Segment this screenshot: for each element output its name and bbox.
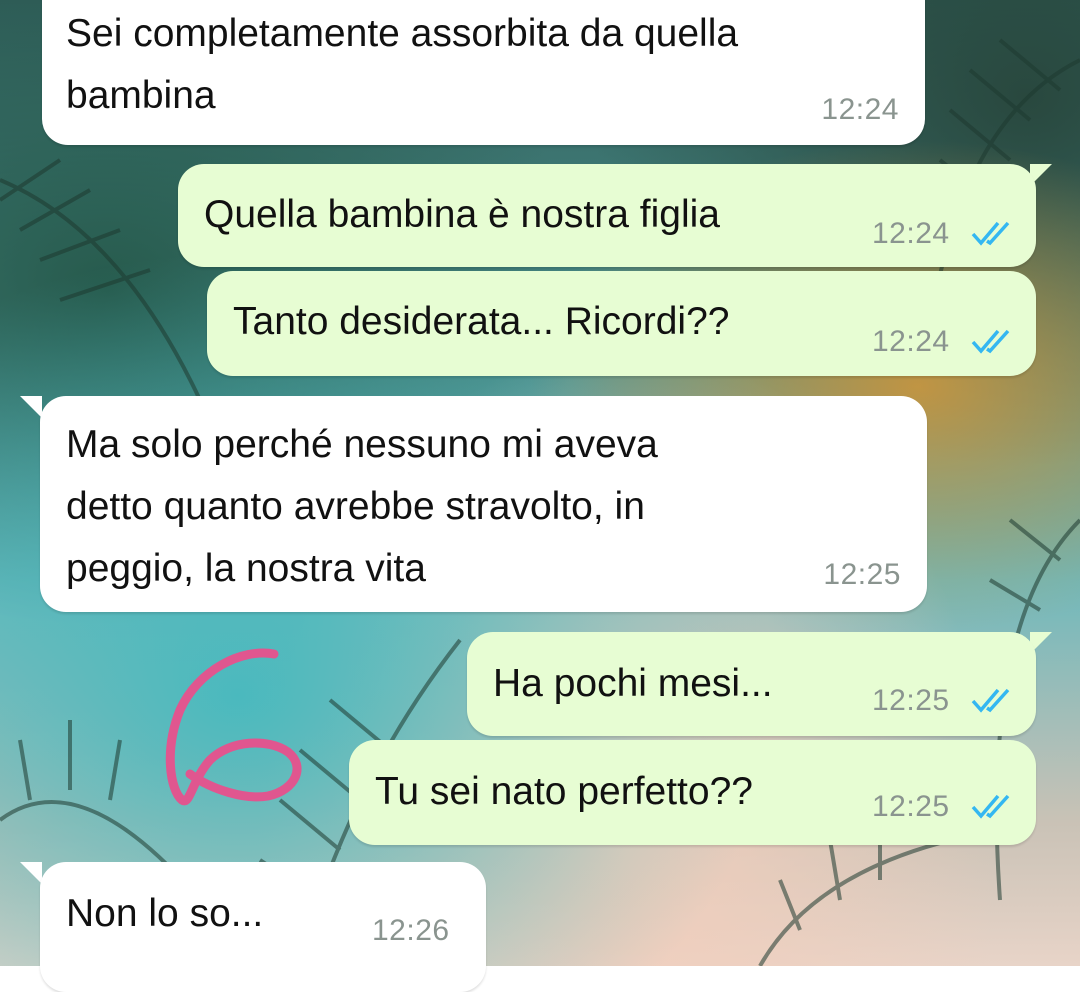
bubble-tail bbox=[20, 862, 42, 884]
double-check-icon bbox=[971, 329, 1010, 354]
message-bubble-outgoing[interactable]: Quella bambina è nostra figlia 12:24 bbox=[178, 164, 1036, 267]
handwritten-six-doodle bbox=[165, 648, 302, 806]
message-timestamp: 12:25 bbox=[823, 558, 901, 591]
message-text: Non lo so... bbox=[66, 892, 264, 935]
double-check-icon bbox=[971, 794, 1010, 819]
double-check-icon bbox=[971, 688, 1010, 713]
message-text: Sei completamente assorbita da quella ba… bbox=[66, 12, 739, 117]
message-text: Ha pochi mesi... bbox=[493, 662, 773, 705]
message-bubble-outgoing[interactable]: Tu sei nato perfetto?? 12:25 bbox=[349, 740, 1036, 845]
message-text: Tanto desiderata... Ricordi?? bbox=[233, 300, 730, 343]
message-bubble-incoming[interactable]: Sei completamente assorbita da quella ba… bbox=[42, 0, 925, 145]
double-check-icon bbox=[971, 221, 1010, 246]
message-bubble-incoming[interactable]: Non lo so... 12:26 bbox=[40, 862, 486, 992]
message-timestamp: 12:24 bbox=[821, 93, 899, 126]
message-bubble-outgoing[interactable]: Ha pochi mesi... 12:25 bbox=[467, 632, 1036, 736]
message-timestamp: 12:26 bbox=[372, 914, 450, 947]
message-text: Quella bambina è nostra figlia bbox=[204, 193, 720, 236]
bubble-tail bbox=[20, 396, 42, 418]
message-text: Tu sei nato perfetto?? bbox=[375, 770, 753, 813]
message-timestamp: 12:25 bbox=[872, 684, 950, 717]
message-bubble-incoming[interactable]: Ma solo perché nessuno mi aveva detto qu… bbox=[40, 396, 927, 612]
message-timestamp: 12:24 bbox=[872, 217, 950, 250]
message-bubble-outgoing[interactable]: Tanto desiderata... Ricordi?? 12:24 bbox=[207, 271, 1036, 376]
message-timestamp: 12:25 bbox=[872, 790, 950, 823]
message-text: Ma solo perché nessuno mi aveva detto qu… bbox=[66, 423, 658, 590]
message-timestamp: 12:24 bbox=[872, 325, 950, 358]
